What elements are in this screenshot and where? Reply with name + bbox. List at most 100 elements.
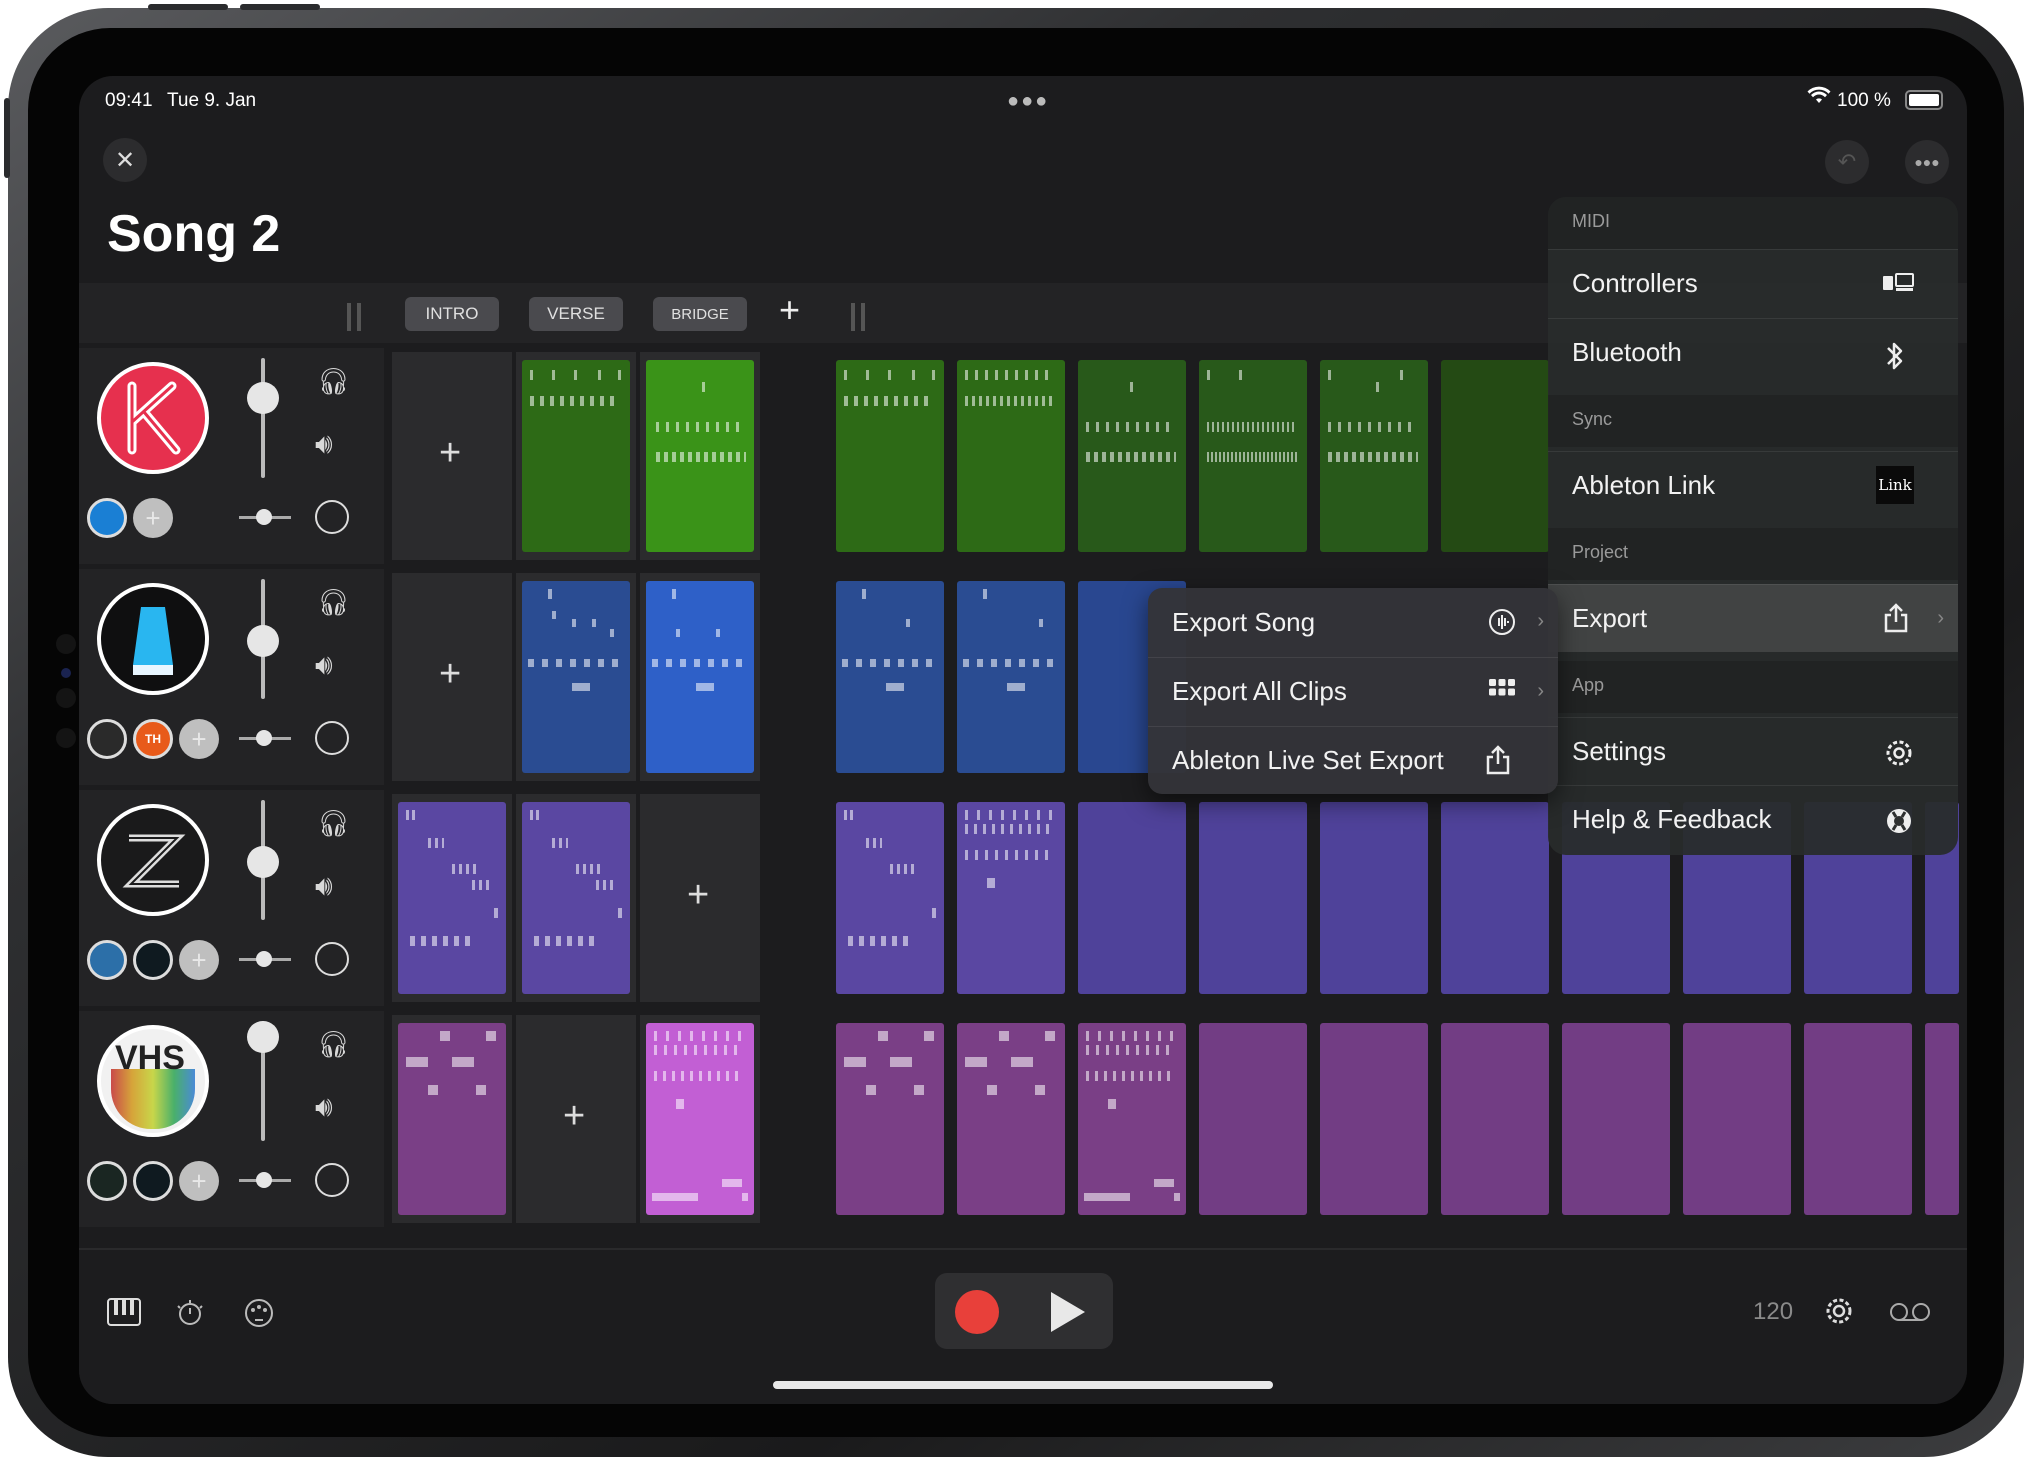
- status-time: 09:41: [105, 90, 153, 111]
- speaker-icon[interactable]: 🔊︎: [315, 1091, 333, 1124]
- track-3-volume-fader[interactable]: [247, 846, 279, 878]
- headphones-icon[interactable]: 🎧︎: [317, 587, 350, 618]
- track-3-clip-3[interactable]: [836, 802, 944, 994]
- track-2-effect-1-icon[interactable]: [87, 719, 127, 759]
- track-3-clip-1[interactable]: [398, 802, 506, 994]
- track-1-add-clip-button[interactable]: +: [439, 432, 461, 475]
- track-1-pan-knob[interactable]: [256, 509, 272, 525]
- more-button[interactable]: ●●●: [1905, 140, 1949, 184]
- track-4-clip-4[interactable]: [957, 1023, 1065, 1215]
- settings-gear-icon[interactable]: [1824, 1296, 1854, 1331]
- menu-item-help[interactable]: Help & Feedback: [1548, 785, 1958, 853]
- track-2-clip-1[interactable]: [522, 581, 630, 773]
- track-3-effect-1-icon[interactable]: [87, 940, 127, 980]
- track-1-add-effect-button[interactable]: +: [133, 498, 173, 538]
- add-section-button[interactable]: +: [779, 289, 800, 331]
- play-button[interactable]: [1051, 1292, 1085, 1332]
- track-4-clip-2[interactable]: [646, 1023, 754, 1215]
- home-indicator[interactable]: [773, 1381, 1273, 1389]
- track-1-clip-1[interactable]: [522, 360, 630, 552]
- tempo-display[interactable]: 120: [1753, 1298, 1793, 1326]
- menu-item-controllers[interactable]: Controllers: [1548, 249, 1958, 317]
- track-1-clip-6[interactable]: [1199, 360, 1307, 552]
- track-4-pan-knob[interactable]: [256, 1172, 272, 1188]
- track-3-clip-6[interactable]: [1199, 802, 1307, 994]
- track-1-clip-8[interactable]: [1441, 360, 1549, 552]
- track-4-clip-9[interactable]: [1562, 1023, 1670, 1215]
- track-2-add-clip-button[interactable]: +: [439, 653, 461, 696]
- track-2-volume-fader[interactable]: [247, 625, 279, 657]
- track-1-clip-7[interactable]: [1320, 360, 1428, 552]
- track-2-clip-4[interactable]: [957, 581, 1065, 773]
- track-1-instrument-icon[interactable]: [97, 362, 209, 474]
- track-2-pan-knob[interactable]: [256, 730, 272, 746]
- track-3-pan-knob[interactable]: [256, 951, 272, 967]
- close-button[interactable]: ✕: [103, 138, 147, 182]
- track-3-clip-5[interactable]: [1078, 802, 1186, 994]
- section-verse[interactable]: VERSE: [529, 297, 623, 331]
- track-2-arm-button[interactable]: [315, 721, 349, 755]
- track-4-clip-12[interactable]: [1925, 1023, 1959, 1215]
- headphones-icon[interactable]: 🎧︎: [317, 1029, 350, 1060]
- track-3-clip-7[interactable]: [1320, 802, 1428, 994]
- track-3-add-clip-button[interactable]: +: [687, 874, 709, 917]
- track-1-volume-fader[interactable]: [247, 382, 279, 414]
- track-3-clip-4[interactable]: [957, 802, 1065, 994]
- track-2-clip-2[interactable]: [646, 581, 754, 773]
- track-4-clip-7[interactable]: [1320, 1023, 1428, 1215]
- section-right-handle[interactable]: [851, 303, 865, 331]
- track-4-clip-8[interactable]: [1441, 1023, 1549, 1215]
- piano-keys-icon[interactable]: [107, 1298, 141, 1331]
- menu-item-bluetooth[interactable]: Bluetooth: [1548, 318, 1958, 386]
- headphones-icon[interactable]: 🎧︎: [317, 366, 350, 397]
- track-1-clip-5[interactable]: [1078, 360, 1186, 552]
- speaker-icon[interactable]: 🔊︎: [315, 870, 333, 903]
- speaker-icon[interactable]: 🔊︎: [315, 649, 333, 682]
- track-3-effect-2-icon[interactable]: [133, 940, 173, 980]
- export-all-clips-item[interactable]: Export All Clips ›: [1148, 657, 1558, 725]
- menu-item-settings[interactable]: Settings: [1548, 717, 1958, 785]
- track-4-add-effect-button[interactable]: +: [179, 1161, 219, 1201]
- track-4-clip-6[interactable]: [1199, 1023, 1307, 1215]
- track-3-arm-button[interactable]: [315, 942, 349, 976]
- section-bridge[interactable]: BRIDGE: [653, 297, 747, 331]
- track-4-volume-fader[interactable]: [247, 1021, 279, 1053]
- speaker-icon[interactable]: 🔊︎: [315, 428, 333, 461]
- track-1-clip-4[interactable]: [957, 360, 1065, 552]
- track-2-clip-3[interactable]: [836, 581, 944, 773]
- track-4-add-clip-button[interactable]: +: [563, 1095, 585, 1138]
- section-intro[interactable]: INTRO: [405, 297, 499, 331]
- section-left-handle[interactable]: [347, 303, 361, 331]
- track-4-clip-11[interactable]: [1804, 1023, 1912, 1215]
- track-1-arm-button[interactable]: [315, 500, 349, 534]
- track-4-clip-1[interactable]: [398, 1023, 506, 1215]
- track-4-effect-1-icon[interactable]: [87, 1161, 127, 1201]
- track-4-instrument-icon[interactable]: VHS: [97, 1025, 209, 1137]
- track-4-clip-10[interactable]: [1683, 1023, 1791, 1215]
- record-button[interactable]: [955, 1290, 999, 1334]
- track-4-arm-button[interactable]: [315, 1163, 349, 1197]
- track-4-effect-2-icon[interactable]: [133, 1161, 173, 1201]
- track-3-clip-2[interactable]: [522, 802, 630, 994]
- gauge-icon[interactable]: [243, 1298, 275, 1333]
- track-1-effect-1-icon[interactable]: [87, 498, 127, 538]
- track-3-instrument-icon[interactable]: [97, 804, 209, 916]
- track-3-clip-8[interactable]: [1441, 802, 1549, 994]
- menu-item-export[interactable]: Export ›: [1548, 584, 1958, 652]
- headphones-icon[interactable]: 🎧︎: [317, 808, 350, 839]
- track-2-instrument-icon[interactable]: [97, 583, 209, 695]
- track-1-clip-2[interactable]: [646, 360, 754, 552]
- track-1-clip-3[interactable]: [836, 360, 944, 552]
- track-4-clip-3[interactable]: [836, 1023, 944, 1215]
- undo-button[interactable]: ↶: [1825, 140, 1869, 184]
- menu-item-ableton-link[interactable]: Ableton Link Link: [1548, 451, 1958, 519]
- multitasking-dots-icon[interactable]: ●●●: [1007, 90, 1049, 113]
- track-4-clip-5[interactable]: [1078, 1023, 1186, 1215]
- ableton-live-set-export-item[interactable]: Ableton Live Set Export: [1148, 726, 1558, 794]
- track-2-add-effect-button[interactable]: +: [179, 719, 219, 759]
- loop-icon[interactable]: [1889, 1302, 1931, 1327]
- track-3-add-effect-button[interactable]: +: [179, 940, 219, 980]
- track-2-effect-2-icon[interactable]: TH: [133, 719, 173, 759]
- metronome-icon[interactable]: [175, 1298, 205, 1333]
- export-song-item[interactable]: Export Song ›: [1148, 588, 1558, 656]
